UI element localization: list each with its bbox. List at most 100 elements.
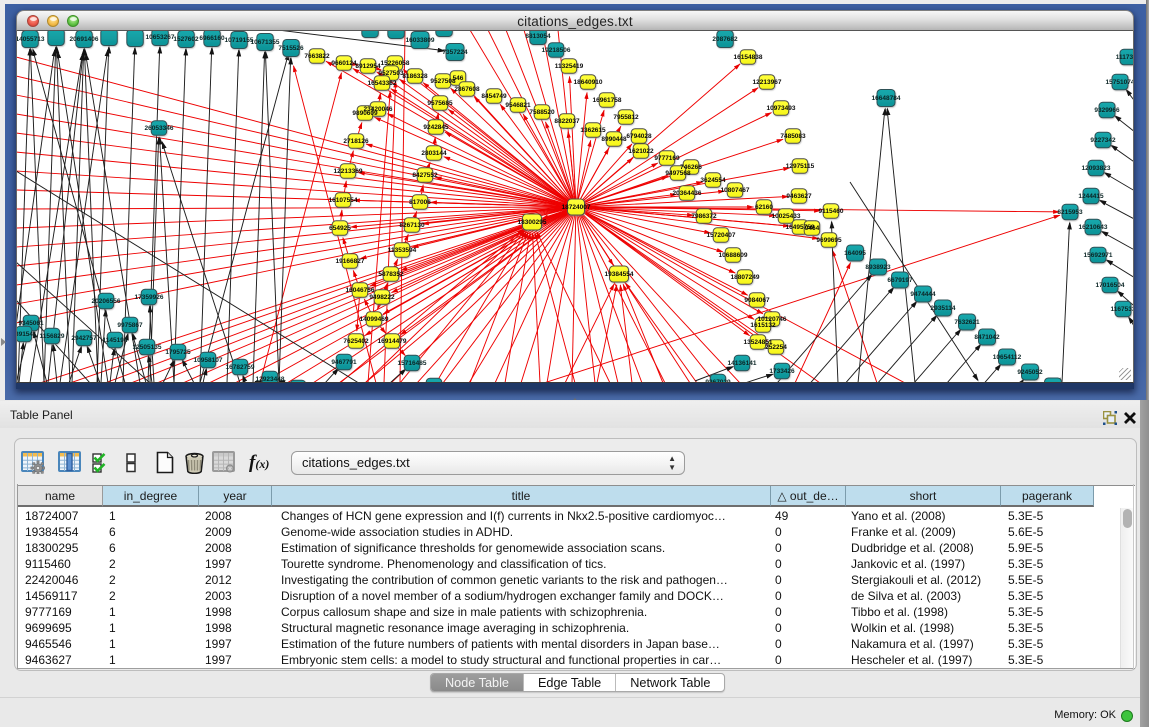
svg-text:1244415: 1244415 (1078, 193, 1104, 200)
svg-text:10688609: 10688609 (719, 252, 748, 259)
svg-text:15716485: 15716485 (398, 360, 427, 367)
svg-text:9227342: 9227342 (1090, 137, 1116, 144)
svg-text:9267029: 9267029 (705, 379, 731, 383)
svg-text:15720407: 15720407 (707, 232, 736, 239)
svg-text:9115460: 9115460 (819, 208, 844, 215)
svg-text:9463627: 9463627 (786, 193, 812, 200)
svg-text:6966160: 6966160 (199, 35, 225, 42)
svg-text:20206556: 20206556 (92, 298, 121, 305)
svg-text:1156829: 1156829 (40, 333, 65, 340)
svg-text:9527503: 9527503 (378, 70, 404, 77)
svg-text:12213967: 12213967 (753, 79, 782, 86)
svg-text:11353594: 11353594 (388, 247, 417, 254)
svg-text:15751074: 15751074 (1106, 79, 1134, 86)
svg-text:9245052: 9245052 (1017, 369, 1043, 376)
svg-text:7625402: 7625402 (343, 338, 369, 345)
svg-text:7515526: 7515526 (278, 45, 304, 52)
svg-text:1117319: 1117319 (1116, 54, 1134, 61)
svg-text:9498222: 9498222 (369, 294, 395, 301)
svg-text:8813054: 8813054 (525, 33, 551, 40)
svg-text:19218506: 19218506 (542, 47, 571, 54)
svg-text:1167533: 1167533 (1111, 306, 1134, 313)
svg-text:1795725: 1795725 (165, 349, 191, 356)
svg-text:9464: 9464 (805, 225, 820, 232)
svg-text:62160: 62160 (755, 204, 773, 211)
svg-text:16543382: 16543382 (368, 80, 397, 87)
svg-text:7955812: 7955812 (613, 114, 639, 121)
svg-text:10025433: 10025433 (772, 213, 801, 220)
svg-text:7632621: 7632621 (954, 319, 980, 326)
svg-text:12505135: 12505135 (133, 344, 162, 351)
svg-text:18300295: 18300295 (518, 219, 547, 226)
svg-text:9467791: 9467791 (331, 359, 357, 366)
svg-text:9575685: 9575685 (427, 100, 453, 107)
svg-text:19166827: 19166827 (336, 258, 365, 265)
svg-text:9890609: 9890609 (352, 110, 378, 117)
svg-text:164095: 164095 (844, 250, 866, 257)
svg-text:8990448: 8990448 (601, 136, 627, 143)
svg-text:20691406: 20691406 (70, 36, 99, 43)
svg-text:9084067: 9084067 (744, 297, 770, 304)
svg-text:14099469: 14099469 (360, 316, 389, 323)
svg-text:16154838: 16154838 (734, 54, 763, 61)
svg-text:7663822: 7663822 (304, 53, 330, 60)
svg-text:9391541: 9391541 (16, 331, 37, 338)
svg-text:9497568: 9497568 (665, 170, 691, 177)
svg-text:18807249: 18807249 (731, 274, 760, 281)
svg-text:16210643: 16210643 (1079, 224, 1108, 231)
svg-text:817006: 817006 (409, 199, 431, 206)
svg-text:16914479: 16914479 (378, 338, 407, 345)
svg-text:12923448: 12923448 (256, 376, 285, 383)
svg-text:9699695: 9699695 (816, 237, 842, 244)
svg-text:10671355: 10671355 (251, 39, 280, 46)
svg-text:1733426: 1733426 (769, 368, 795, 375)
svg-text:2935114: 2935114 (931, 305, 956, 312)
svg-text:7986372: 7986372 (691, 213, 717, 220)
svg-text:20364436: 20364436 (673, 190, 702, 197)
svg-text:10973493: 10973493 (767, 105, 796, 112)
svg-text:9660124: 9660124 (331, 60, 357, 67)
svg-text:1621022: 1621022 (628, 148, 654, 155)
svg-text:15692971: 15692971 (1084, 252, 1113, 259)
svg-text:7357224: 7357224 (442, 49, 468, 56)
svg-text:10958107: 10958107 (194, 357, 223, 364)
svg-text:18640910: 18640910 (574, 79, 603, 86)
svg-text:12093823: 12093823 (1082, 165, 1111, 172)
svg-text:19384554: 19384554 (605, 271, 634, 278)
svg-text:9345061: 9345061 (18, 320, 44, 327)
svg-text:18724007: 18724007 (562, 204, 591, 211)
svg-text:16648784: 16648784 (872, 95, 901, 102)
svg-text:15226058: 15226058 (381, 60, 410, 67)
svg-text:16107554: 16107554 (329, 197, 358, 204)
svg-text:2803144: 2803144 (421, 150, 447, 157)
svg-text:1145194: 1145194 (103, 337, 128, 344)
svg-text:10807467: 10807467 (721, 187, 750, 194)
svg-text:8215953: 8215953 (1057, 209, 1083, 216)
svg-text:17016504: 17016504 (1096, 282, 1125, 289)
svg-text:654925: 654925 (329, 225, 351, 232)
svg-text:14055713: 14055713 (16, 36, 45, 43)
svg-text:26053346: 26053346 (145, 125, 174, 132)
svg-text:9242845: 9242845 (423, 124, 449, 131)
svg-text:3624554: 3624554 (700, 177, 726, 184)
svg-text:8938923: 8938923 (865, 264, 891, 271)
svg-text:252254: 252254 (765, 344, 787, 351)
svg-text:2087682: 2087682 (712, 36, 738, 43)
svg-text:8912954: 8912954 (355, 63, 381, 70)
svg-text:16033809: 16033809 (406, 37, 435, 44)
svg-text:1362615: 1362615 (580, 127, 606, 134)
svg-text:12213369: 12213369 (334, 168, 363, 175)
svg-text:6679197: 6679197 (887, 277, 913, 284)
svg-text:5878352: 5878352 (378, 271, 404, 278)
svg-text:9777169: 9777169 (654, 155, 680, 162)
svg-text:2718126: 2718126 (343, 138, 369, 145)
svg-text:10719155: 10719155 (225, 37, 254, 44)
svg-text:6794028: 6794028 (626, 133, 652, 140)
svg-text:12975115: 12975115 (786, 163, 815, 170)
svg-text:8454749: 8454749 (481, 93, 507, 100)
svg-text:8822037: 8822037 (554, 118, 580, 125)
svg-text:9975867: 9975867 (117, 322, 143, 329)
svg-text:546: 546 (453, 75, 464, 82)
svg-text:16961758: 16961758 (593, 97, 622, 104)
svg-text:7588520: 7588520 (529, 109, 555, 116)
